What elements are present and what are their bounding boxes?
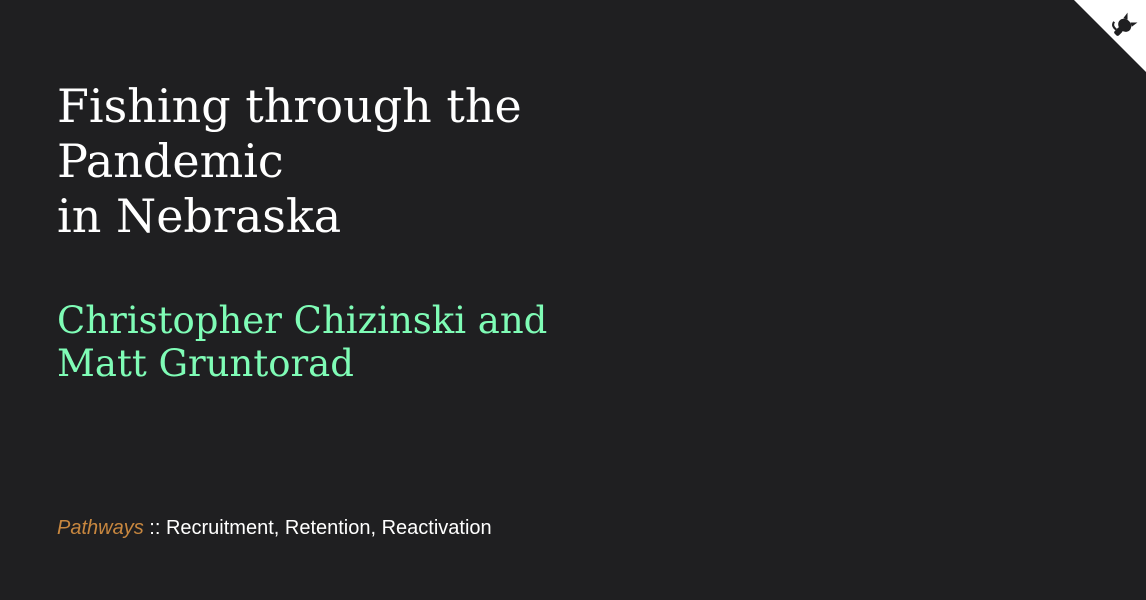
slide-title-line-2: Pandemic — [57, 134, 284, 188]
slide-title-line-1: Fishing through the — [57, 79, 522, 133]
slide-authors-line-2: Matt Gruntorad — [57, 342, 354, 385]
github-corner-icon — [1074, 0, 1146, 72]
title-slide: Fishing through the Pandemic in Nebraska… — [0, 0, 1146, 600]
slide-title: Fishing through the Pandemic in Nebraska — [57, 79, 617, 244]
slide-authors: Christopher Chizinski and Matt Gruntorad — [57, 299, 617, 385]
slide-title-line-3: in Nebraska — [57, 189, 342, 243]
github-corner-link[interactable] — [1074, 0, 1146, 72]
footer-tagline: :: Recruitment, Retention, Reactivation — [143, 517, 492, 539]
footer-brand: Pathways — [57, 517, 144, 539]
slide-authors-line-1: Christopher Chizinski and — [57, 299, 548, 342]
github-corner-triangle — [1074, 0, 1146, 72]
slide-footer: Pathways :: Recruitment, Retention, Reac… — [57, 515, 492, 541]
